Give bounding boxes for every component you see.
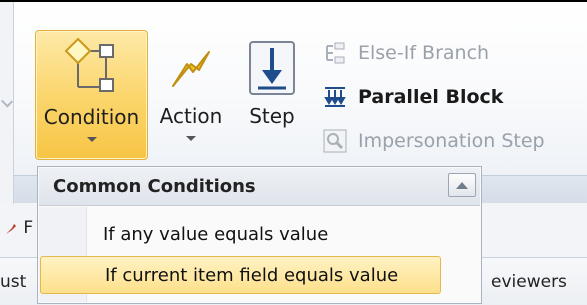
menu-item-any-value-equals[interactable]: If any value equals value xyxy=(39,215,480,253)
partial-left-label: F xyxy=(23,218,34,238)
scroll-up-icon[interactable] xyxy=(448,173,476,197)
partial-left-tab: ust xyxy=(0,272,26,292)
condition-button[interactable]: Condition xyxy=(35,30,148,160)
dropdown-arrow-icon xyxy=(186,136,196,141)
else-if-branch-button[interactable]: Else-If Branch xyxy=(322,38,489,68)
action-label: Action xyxy=(159,104,223,128)
down-arrow-step-icon xyxy=(240,34,304,100)
flowchart-diamond-icon xyxy=(60,35,124,101)
step-button[interactable]: Step xyxy=(240,30,304,160)
else-if-branch-label: Else-If Branch xyxy=(358,42,490,64)
red-tool-icon xyxy=(4,221,18,235)
step-label: Step xyxy=(249,104,295,128)
triangle-up-icon xyxy=(456,181,468,189)
impersonation-step-button[interactable]: Impersonation Step xyxy=(322,126,545,156)
parallel-block-button[interactable]: Parallel Block xyxy=(322,82,503,112)
partial-left-tab-label: ust xyxy=(0,272,27,292)
branch-icon xyxy=(322,40,348,66)
condition-dropdown-menu: Common Conditions If any value equals va… xyxy=(37,166,482,304)
menu-item-current-item-field-equals[interactable]: If current item field equals value xyxy=(40,256,441,294)
partial-left-item: F xyxy=(4,218,33,238)
menu-header-label: Common Conditions xyxy=(53,176,256,197)
menu-item-label: If any value equals value xyxy=(103,223,329,245)
impersonation-step-label: Impersonation Step xyxy=(358,130,545,152)
menu-header-common-conditions: Common Conditions xyxy=(39,168,480,206)
parallel-block-label: Parallel Block xyxy=(358,86,504,108)
partial-right-tab-label: eviewers xyxy=(491,272,567,292)
action-button[interactable]: Action xyxy=(156,30,226,160)
lightning-icon xyxy=(159,34,223,100)
partial-right-tab: eviewers xyxy=(491,272,567,292)
condition-label: Condition xyxy=(43,105,140,129)
menu-item-label: If current item field equals value xyxy=(105,264,399,286)
magnifier-icon xyxy=(322,128,348,154)
dropdown-arrow-icon xyxy=(86,137,97,142)
collapse-chevron-icon xyxy=(0,95,14,108)
parallel-arrows-icon xyxy=(322,84,348,110)
ribbon-collapsed-group[interactable] xyxy=(0,2,14,204)
